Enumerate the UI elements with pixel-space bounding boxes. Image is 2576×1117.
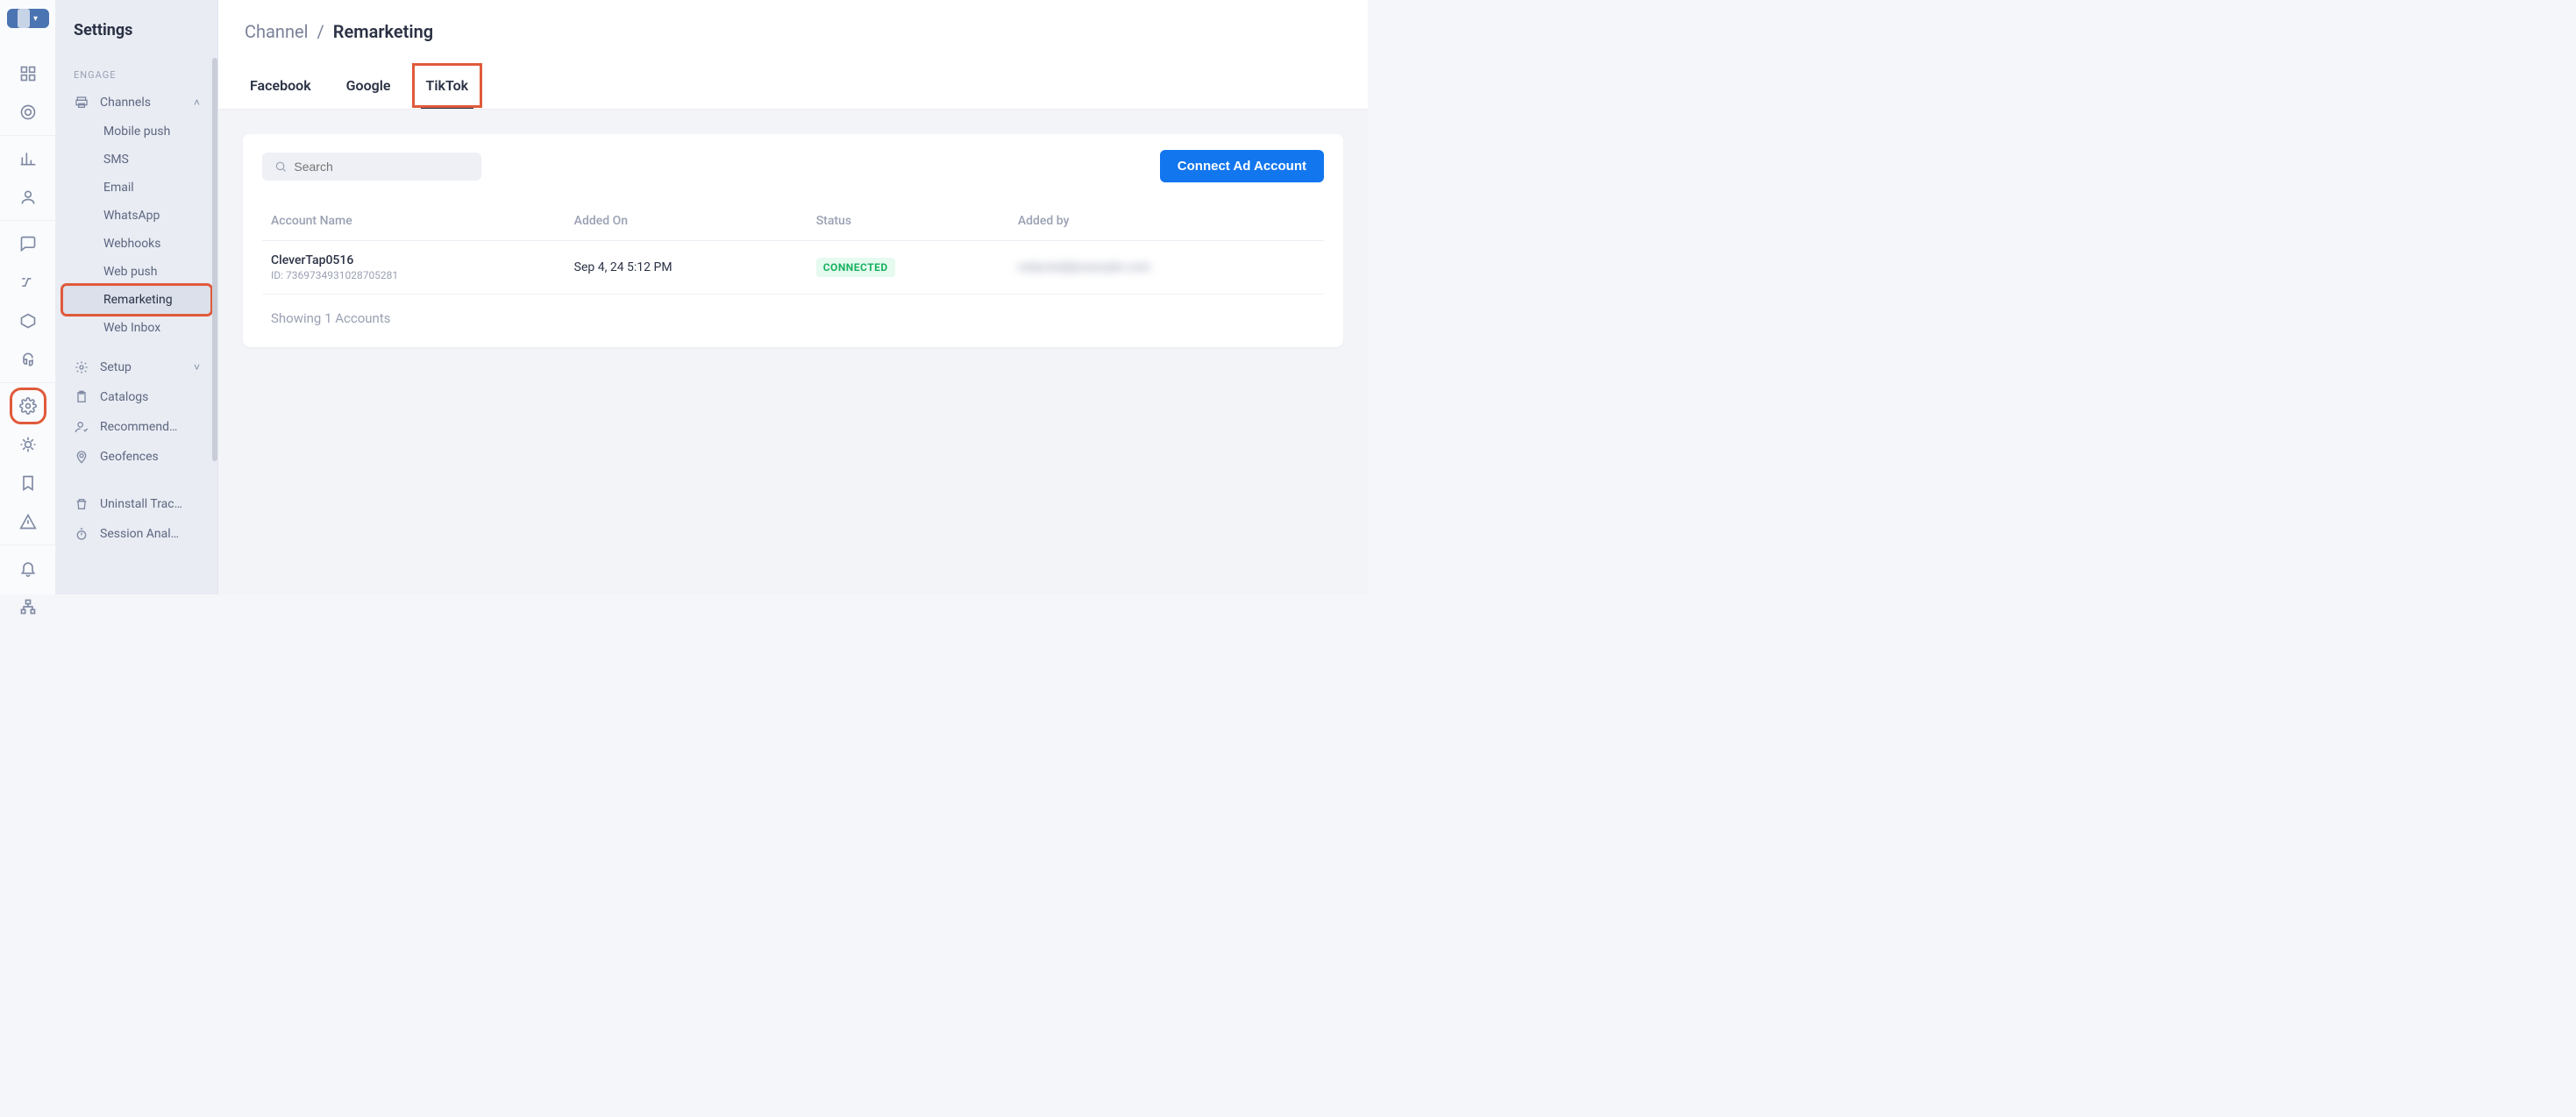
col-added-on: Added On xyxy=(566,202,808,241)
project-switcher[interactable]: ▾ xyxy=(7,9,49,28)
status-badge: CONNECTED xyxy=(816,258,895,277)
stopwatch-icon xyxy=(74,526,89,542)
sidebar-item-label: Setup xyxy=(100,360,183,374)
connect-ad-account-button[interactable]: Connect Ad Account xyxy=(1160,150,1324,182)
sidebar-item-label: Session Anal… xyxy=(100,527,200,541)
sitemap-icon[interactable] xyxy=(18,596,39,617)
audience-icon[interactable] xyxy=(18,187,39,208)
campaigns-icon[interactable] xyxy=(18,310,39,331)
messages-icon[interactable] xyxy=(18,233,39,254)
table-footer: Showing 1 Accounts xyxy=(262,295,1324,328)
sidebar-item-label: Catalogs xyxy=(100,390,200,404)
analytics-icon[interactable] xyxy=(18,148,39,169)
person-check-icon xyxy=(74,419,89,435)
boards-icon[interactable] xyxy=(18,63,39,84)
sidebar-sub-web-inbox[interactable]: Web Inbox xyxy=(63,314,210,342)
sidebar-sub-whatsapp[interactable]: WhatsApp xyxy=(63,202,210,230)
sidebar-sub-webhooks[interactable]: Webhooks xyxy=(63,230,210,258)
bookmark-icon[interactable] xyxy=(18,473,39,494)
sidebar-item-catalogs[interactable]: Catalogs xyxy=(56,382,217,412)
pin-icon xyxy=(74,449,89,465)
tabs: Facebook Google TikTok xyxy=(245,67,1341,109)
tab-tiktok[interactable]: TikTok xyxy=(421,67,474,109)
bell-icon[interactable] xyxy=(18,558,39,579)
sidebar-item-label: Geofences xyxy=(100,450,200,464)
sidebar-section-label: ENGAGE xyxy=(56,53,217,88)
scrollbar-thumb[interactable] xyxy=(212,58,217,461)
tab-google[interactable]: Google xyxy=(341,67,396,109)
search-input[interactable] xyxy=(294,160,469,174)
search-icon xyxy=(274,160,287,174)
table-header-row: Account Name Added On Status Added by xyxy=(262,202,1324,241)
sidebar-sub-web-push[interactable]: Web push xyxy=(63,258,210,286)
warning-icon[interactable] xyxy=(18,511,39,532)
sidebar-item-label: Uninstall Trac… xyxy=(100,497,200,511)
sidebar-sub-email[interactable]: Email xyxy=(63,174,210,202)
settings-gear-icon[interactable] xyxy=(18,395,39,416)
chevron-down-icon: ▾ xyxy=(33,14,38,24)
support-icon[interactable] xyxy=(18,349,39,370)
sidebar-title: Settings xyxy=(56,0,217,53)
chevron-up-icon: ˄ xyxy=(194,96,200,109)
accounts-card: Connect Ad Account Account Name Added On… xyxy=(243,134,1343,347)
col-status: Status xyxy=(808,202,1009,241)
printer-icon xyxy=(74,95,89,110)
sidebar-sub-remarketing[interactable]: Remarketing xyxy=(63,286,210,314)
breadcrumb: Channel / Remarketing xyxy=(245,21,1341,42)
accounts-table: Account Name Added On Status Added by Cl… xyxy=(262,202,1324,295)
sidebar-sub-mobile-push[interactable]: Mobile push xyxy=(63,117,210,146)
sidebar-item-label: Recommend… xyxy=(100,420,200,434)
main-body: Connect Ad Account Account Name Added On… xyxy=(218,110,1368,594)
settings-sidebar: Settings ENGAGE Channels ˄ Mobile push S… xyxy=(56,0,218,594)
clipboard-icon xyxy=(74,389,89,405)
debug-icon[interactable] xyxy=(18,434,39,455)
icon-rail: ▾ xyxy=(0,0,56,594)
col-account-name: Account Name xyxy=(262,202,566,241)
col-added-by: Added by xyxy=(1009,202,1324,241)
trash-icon xyxy=(74,496,89,512)
sidebar-item-geofences[interactable]: Geofences xyxy=(56,442,217,472)
gear-outline-icon xyxy=(74,359,89,375)
chevron-down-icon: ˅ xyxy=(194,361,200,374)
target-icon[interactable] xyxy=(18,102,39,123)
account-name: CleverTap0516 xyxy=(271,253,557,267)
tab-facebook[interactable]: Facebook xyxy=(245,67,317,109)
account-id: ID: 7369734931028705281 xyxy=(271,269,557,281)
journeys-icon[interactable] xyxy=(18,272,39,293)
sidebar-item-channels[interactable]: Channels ˄ xyxy=(56,88,217,117)
account-added-on: Sep 4, 24 5:12 PM xyxy=(566,241,808,295)
sidebar-sub-sms[interactable]: SMS xyxy=(63,146,210,174)
breadcrumb-parent[interactable]: Channel xyxy=(245,21,308,42)
sidebar-item-session-analytics[interactable]: Session Anal… xyxy=(56,519,217,549)
search-box[interactable] xyxy=(262,153,481,181)
breadcrumb-current: Remarketing xyxy=(333,21,433,42)
device-icon xyxy=(18,9,30,28)
main: Channel / Remarketing Facebook Google Ti… xyxy=(218,0,1368,594)
sidebar-item-label: Channels xyxy=(100,96,183,110)
account-added-by: redacted@example.com xyxy=(1018,260,1151,274)
sidebar-item-uninstall-tracking[interactable]: Uninstall Trac… xyxy=(56,489,217,519)
sidebar-item-recommendations[interactable]: Recommend… xyxy=(56,412,217,442)
main-header: Channel / Remarketing Facebook Google Ti… xyxy=(218,0,1368,110)
table-row[interactable]: CleverTap0516 ID: 7369734931028705281 Se… xyxy=(262,241,1324,295)
breadcrumb-separator: / xyxy=(317,21,324,42)
sidebar-item-setup[interactable]: Setup ˅ xyxy=(56,352,217,382)
